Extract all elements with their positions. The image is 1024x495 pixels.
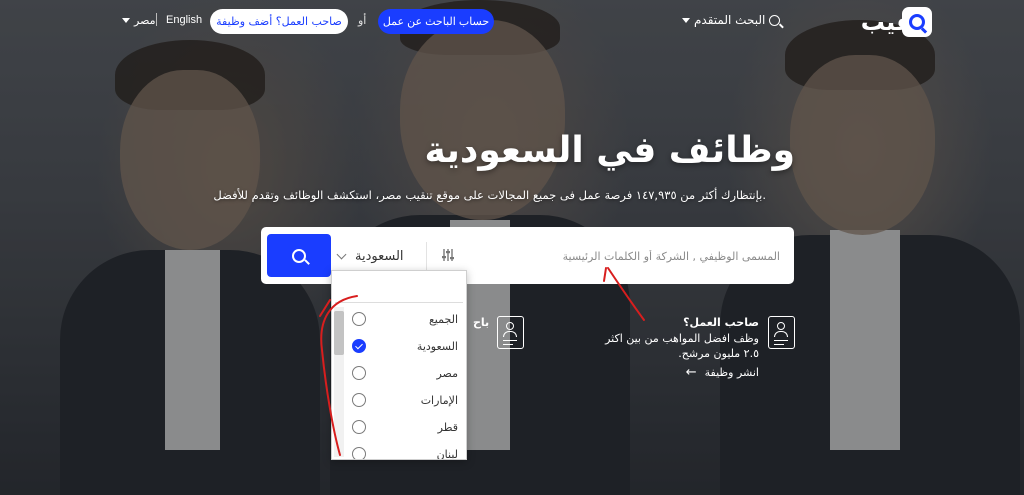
red-annotation-marks: [319, 267, 645, 456]
